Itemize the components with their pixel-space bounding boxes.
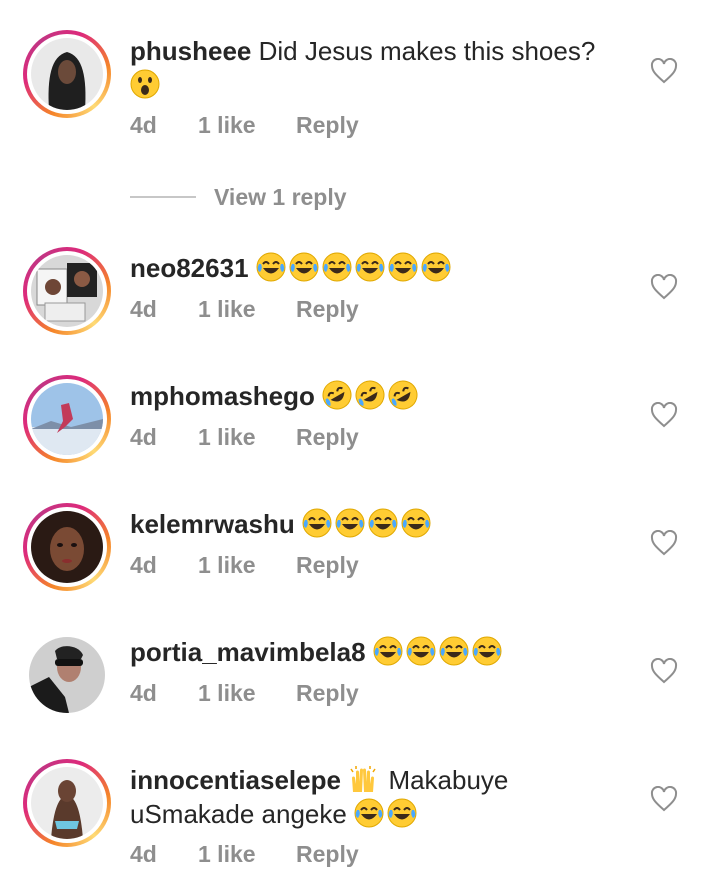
raised-hands-emoji-icon — [350, 766, 376, 792]
joy-emoji-icon — [335, 508, 365, 538]
avatar[interactable] — [31, 383, 103, 455]
avatar[interactable] — [31, 38, 103, 110]
avatar-story-ring[interactable] — [23, 30, 111, 118]
rofl-emoji-icon — [322, 380, 352, 410]
heart-icon[interactable] — [650, 58, 678, 84]
view-replies-label: View 1 reply — [214, 183, 347, 210]
reply-button[interactable]: Reply — [296, 680, 359, 707]
avatar[interactable] — [29, 637, 105, 713]
comment-likes[interactable]: 1 like — [198, 296, 296, 323]
comment-likes[interactable]: 1 like — [198, 841, 296, 868]
comment-time: 4d — [130, 680, 157, 706]
heart-icon[interactable] — [650, 402, 678, 428]
joy-emoji-icon — [289, 252, 319, 282]
reply-button[interactable]: Reply — [296, 841, 359, 868]
comment-time: 4d — [130, 112, 157, 138]
comment-likes[interactable]: 1 like — [198, 680, 296, 707]
avatar-story-ring[interactable] — [23, 375, 111, 463]
heart-icon[interactable] — [650, 274, 678, 300]
comment-username[interactable]: phusheee — [130, 36, 251, 66]
comment-text: mphomashego — [130, 379, 620, 413]
avatar[interactable] — [31, 255, 103, 327]
joy-emoji-icon — [322, 252, 352, 282]
comment-username[interactable]: kelemrwashu — [130, 509, 295, 539]
comment-username[interactable]: portia_mavimbela8 — [130, 637, 366, 667]
joy-emoji-icon — [368, 508, 398, 538]
rofl-emoji-icon — [355, 380, 385, 410]
avatar-container[interactable] — [23, 631, 111, 719]
comment-time: 4d — [130, 424, 157, 450]
comment-text: phusheee Did Jesus makes this shoes? — [130, 34, 620, 102]
comment-username[interactable]: neo82631 — [130, 253, 249, 283]
comment-time: 4d — [130, 552, 157, 578]
comment-text: kelemrwashu — [130, 507, 620, 541]
comment-meta: 4d 1 like Reply — [130, 552, 359, 579]
avatar-story-ring[interactable] — [23, 247, 111, 335]
divider — [130, 196, 196, 198]
comment-likes[interactable]: 1 like — [198, 552, 296, 579]
comment-meta: 4d 1 like Reply — [130, 680, 359, 707]
joy-emoji-icon — [302, 508, 332, 538]
reply-button[interactable]: Reply — [296, 296, 359, 323]
comment-username[interactable]: mphomashego — [130, 381, 315, 411]
view-replies-button[interactable]: View 1 reply — [130, 180, 347, 214]
joy-emoji-icon — [439, 636, 469, 666]
joy-emoji-icon — [388, 252, 418, 282]
joy-emoji-icon — [355, 252, 385, 282]
comment-text: portia_mavimbela8 — [130, 635, 620, 669]
heart-icon[interactable] — [650, 530, 678, 556]
comment-likes[interactable]: 1 like — [198, 112, 296, 139]
comment-text: innocentiaselepe Makabuye uSmakade angek… — [130, 763, 620, 831]
comment-body: Did Jesus makes this shoes? — [258, 36, 596, 66]
reply-button[interactable]: Reply — [296, 424, 359, 451]
joy-emoji-icon — [406, 636, 436, 666]
heart-icon[interactable] — [650, 658, 678, 684]
joy-emoji-icon — [472, 636, 502, 666]
avatar[interactable] — [31, 511, 103, 583]
joy-emoji-icon — [373, 636, 403, 666]
rofl-emoji-icon — [388, 380, 418, 410]
comment-meta: 4d 1 like Reply — [130, 112, 359, 139]
comment-meta: 4d 1 like Reply — [130, 424, 359, 451]
joy-emoji-icon — [387, 798, 417, 828]
comment-text: neo82631 — [130, 251, 620, 285]
joy-emoji-icon — [401, 508, 431, 538]
joy-emoji-icon — [421, 252, 451, 282]
heart-icon[interactable] — [650, 786, 678, 812]
reply-button[interactable]: Reply — [296, 112, 359, 139]
comment-meta: 4d 1 like Reply — [130, 296, 359, 323]
avatar[interactable] — [31, 767, 103, 839]
astonished-emoji-icon — [130, 69, 160, 99]
comment-time: 4d — [130, 296, 157, 322]
joy-emoji-icon — [354, 798, 384, 828]
comment-time: 4d — [130, 841, 157, 867]
joy-emoji-icon — [256, 252, 286, 282]
reply-button[interactable]: Reply — [296, 552, 359, 579]
avatar-story-ring[interactable] — [23, 503, 111, 591]
comment-meta: 4d 1 like Reply — [130, 841, 359, 868]
comment-likes[interactable]: 1 like — [198, 424, 296, 451]
comment-username[interactable]: innocentiaselepe — [130, 765, 341, 795]
avatar-story-ring[interactable] — [23, 759, 111, 847]
